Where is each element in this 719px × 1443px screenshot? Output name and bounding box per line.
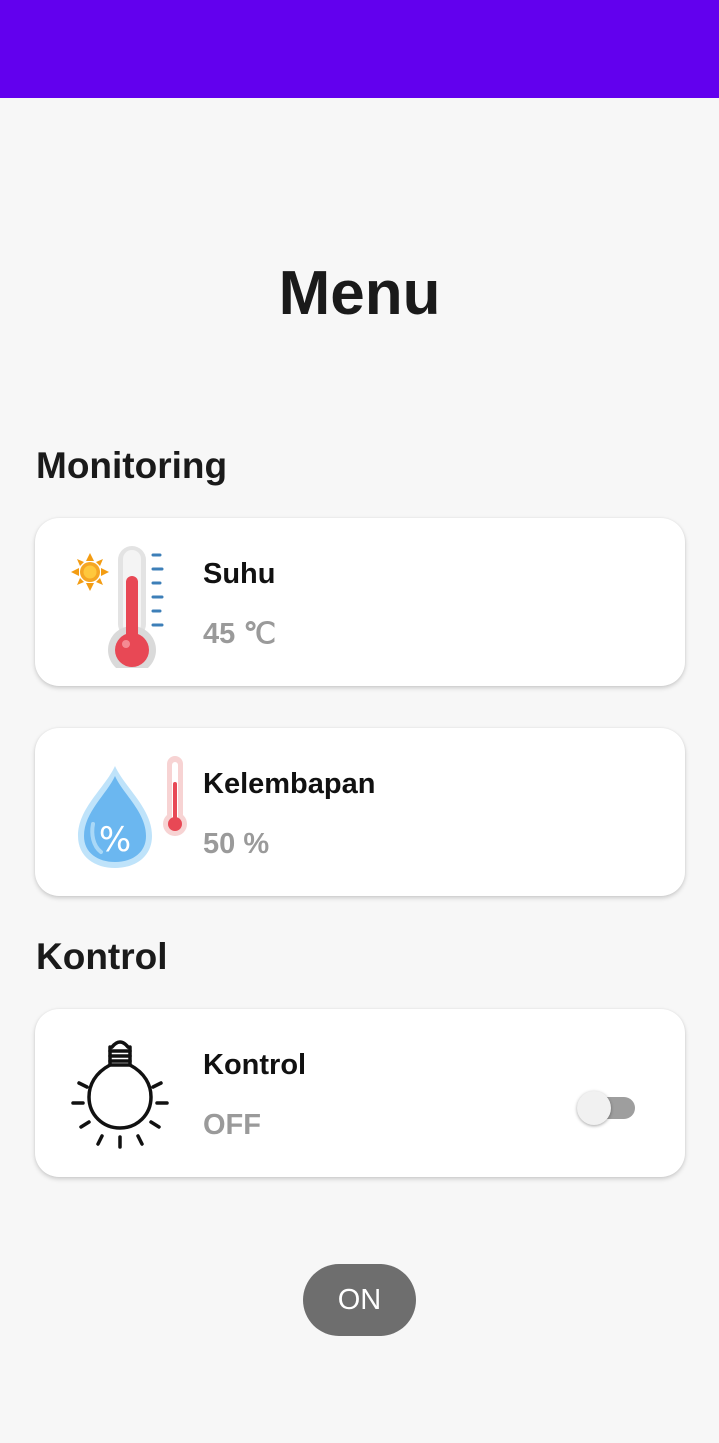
section-title-kontrol: Kontrol (36, 936, 168, 977)
section-title-monitoring: Monitoring (36, 445, 228, 486)
suhu-label: Suhu (203, 558, 276, 590)
suhu-card[interactable]: Suhu 45 ℃ (35, 518, 685, 686)
svg-text:%: % (99, 820, 131, 860)
kelembapan-card[interactable]: % Kelembapan 50 % (35, 728, 685, 896)
kontrol-status: OFF (203, 1109, 261, 1141)
suhu-value: 45 ℃ (203, 618, 276, 650)
kontrol-switch[interactable] (575, 1089, 639, 1127)
kelembapan-label: Kelembapan (203, 768, 376, 800)
humidity-drop-icon: % (65, 746, 205, 878)
page-title: Menu (278, 259, 441, 328)
status-bar (0, 0, 719, 98)
on-button[interactable]: ON (303, 1264, 416, 1336)
kontrol-label: Kontrol (203, 1049, 307, 1081)
light-bulb-icon (65, 1027, 205, 1159)
kontrol-card: Kontrol OFF (35, 1009, 685, 1177)
thermometer-sun-icon (65, 536, 205, 668)
switch-thumb (577, 1091, 611, 1125)
kelembapan-value: 50 % (203, 828, 270, 860)
